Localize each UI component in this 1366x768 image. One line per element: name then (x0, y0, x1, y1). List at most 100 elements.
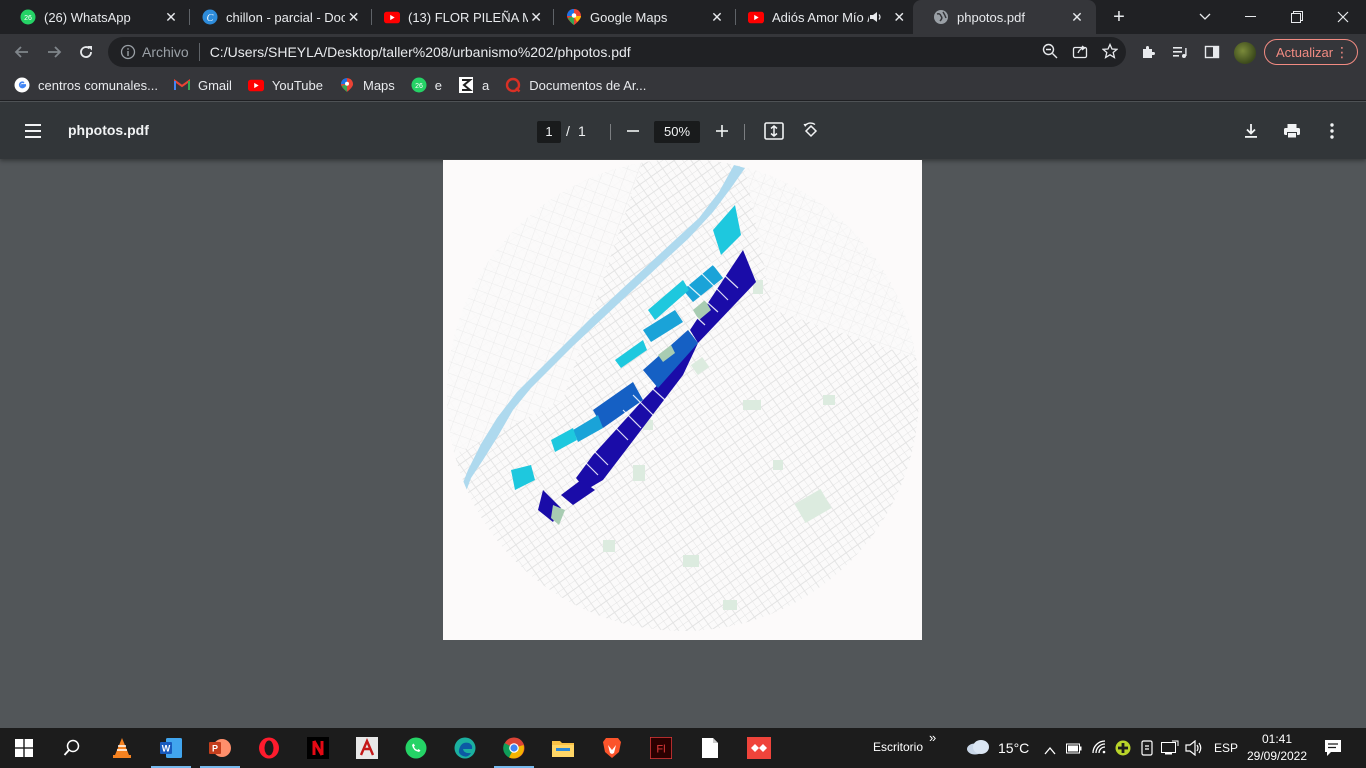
search-button[interactable] (48, 728, 96, 768)
battery-icon[interactable] (1066, 741, 1082, 759)
tab-search-button[interactable] (1182, 0, 1228, 34)
whatsapp-icon: 26 (411, 77, 427, 93)
forward-button[interactable] (40, 38, 68, 66)
zoom-level-input[interactable]: 50% (654, 121, 700, 143)
bookmark-documentos[interactable]: Documentos de Ar... (505, 77, 646, 93)
close-icon[interactable]: ✕ (162, 8, 180, 26)
file-icon[interactable] (686, 728, 734, 768)
tab-strip: 26 (26) WhatsApp ✕ C chillon - parcial -… (0, 0, 1366, 34)
zoom-in-button[interactable] (711, 120, 733, 142)
wifi-icon[interactable] (1092, 740, 1108, 759)
edge-icon[interactable] (441, 728, 489, 768)
tab-flor-pilena-mix[interactable]: (13) FLOR PILEÑA MIX ✕ (364, 0, 554, 34)
language-indicator[interactable]: ESP (1214, 741, 1238, 755)
close-icon[interactable]: ✕ (1068, 8, 1086, 26)
svg-text:P: P (212, 744, 218, 754)
reload-button[interactable] (72, 38, 100, 66)
device-icon[interactable] (1140, 740, 1154, 761)
bookmark-icon (458, 77, 474, 93)
svg-text:C: C (207, 13, 214, 24)
restore-button[interactable] (1274, 0, 1320, 34)
close-window-button[interactable] (1320, 0, 1366, 34)
minimize-button[interactable] (1228, 0, 1274, 34)
display-icon[interactable] (1161, 740, 1179, 761)
flash-icon[interactable]: Fl (637, 728, 685, 768)
powerpoint-icon[interactable]: P (196, 728, 244, 768)
zoom-out-button[interactable] (622, 120, 644, 142)
print-icon[interactable] (1281, 120, 1303, 142)
svg-text:W: W (162, 744, 171, 754)
menu-icon[interactable] (22, 120, 44, 142)
close-icon[interactable]: ✕ (890, 8, 908, 26)
bookmark-label: Documentos de Ar... (529, 77, 647, 93)
share-icon[interactable] (1072, 43, 1088, 62)
whatsapp-app-icon[interactable] (392, 728, 440, 768)
close-icon[interactable]: ✕ (345, 8, 362, 26)
side-panel-icon[interactable] (1198, 38, 1226, 66)
tab-title: phpotos.pdf (957, 9, 1025, 25)
vlc-icon[interactable] (98, 728, 146, 768)
desktop-toolbar-chevron[interactable]: » (929, 730, 936, 745)
app-tray-icon[interactable] (1115, 740, 1131, 761)
canva-icon: C (202, 9, 218, 25)
bookmark-label: YouTube (271, 77, 323, 93)
file-explorer-icon[interactable] (539, 728, 587, 768)
weather-temperature[interactable]: 15°C (998, 740, 1029, 756)
profile-avatar[interactable] (1234, 42, 1256, 64)
system-clock[interactable]: 01:41 29/09/2022 (1244, 731, 1310, 765)
bookmark-a[interactable]: a (458, 77, 489, 93)
start-button[interactable] (0, 728, 48, 768)
netflix-icon[interactable] (294, 728, 342, 768)
update-button[interactable]: Actualizar ⋮ (1264, 39, 1358, 65)
word-icon[interactable]: W (147, 728, 195, 768)
page-number-input[interactable]: 1 (537, 121, 561, 143)
autocad-icon[interactable] (343, 728, 391, 768)
extensions-icon[interactable] (1134, 38, 1162, 66)
star-icon[interactable] (1101, 42, 1119, 62)
chrome-icon[interactable] (490, 728, 538, 768)
gmail-icon (173, 77, 190, 93)
speaker-icon[interactable] (869, 11, 885, 23)
pdf-page (443, 160, 922, 640)
urban-map-image (443, 160, 922, 640)
brave-icon[interactable] (588, 728, 636, 768)
back-button[interactable] (8, 38, 36, 66)
more-options-icon[interactable] (1321, 120, 1343, 142)
new-tab-button[interactable]: + (1108, 6, 1130, 28)
pdf-toolbar: phpotos.pdf 1 / 1 50% (0, 102, 1366, 159)
bookmark-centros-comunales[interactable]: centros comunales... (14, 77, 158, 93)
bookmark-maps[interactable]: Maps (339, 77, 395, 93)
tab-google-maps[interactable]: Google Maps ✕ (546, 0, 736, 34)
close-icon[interactable]: ✕ (528, 8, 544, 26)
tab-adios-amor-mio[interactable]: Adiós Amor Mío / ✕ (728, 0, 918, 34)
document-icon (505, 77, 521, 93)
download-icon[interactable] (1240, 120, 1262, 142)
fit-to-page-icon[interactable] (763, 120, 785, 142)
svg-text:Fl: Fl (656, 744, 665, 756)
clock-time: 01:41 (1261, 732, 1293, 746)
notifications-icon[interactable] (1324, 739, 1342, 762)
tab-chillon-parcial[interactable]: C chillon - parcial - Docu ✕ (182, 0, 372, 34)
chevron-up-icon[interactable] (1044, 742, 1056, 760)
tab-whatsapp[interactable]: 26 (26) WhatsApp ✕ (0, 0, 190, 34)
svg-text:26: 26 (24, 15, 32, 22)
close-icon[interactable]: ✕ (708, 8, 726, 26)
weather-cloud-icon[interactable] (966, 739, 990, 760)
volume-icon[interactable] (1185, 739, 1203, 761)
rotate-icon[interactable] (800, 120, 822, 142)
bookmark-youtube[interactable]: YouTube (247, 77, 323, 93)
bookmark-e[interactable]: 26 e (411, 77, 442, 93)
address-bar[interactable]: Archivo C:/Users/SHEYLA/Desktop/taller%2… (108, 37, 1126, 67)
page-separator: / (566, 123, 570, 139)
tab-phpotos-pdf[interactable]: phpotos.pdf ✕ (913, 0, 1096, 34)
desktop-toolbar-label[interactable]: Escritorio (873, 740, 923, 754)
media-control-icon[interactable] (1166, 38, 1194, 66)
address-url[interactable]: C:/Users/SHEYLA/Desktop/taller%208/urban… (210, 44, 631, 60)
opera-icon[interactable] (245, 728, 293, 768)
google-maps-icon (566, 9, 582, 25)
pdf-file-name: phpotos.pdf (68, 122, 149, 138)
anydesk-icon[interactable] (735, 728, 783, 768)
zoom-icon[interactable] (1042, 43, 1058, 62)
bookmark-gmail[interactable]: Gmail (173, 77, 232, 93)
info-icon[interactable] (120, 44, 136, 60)
